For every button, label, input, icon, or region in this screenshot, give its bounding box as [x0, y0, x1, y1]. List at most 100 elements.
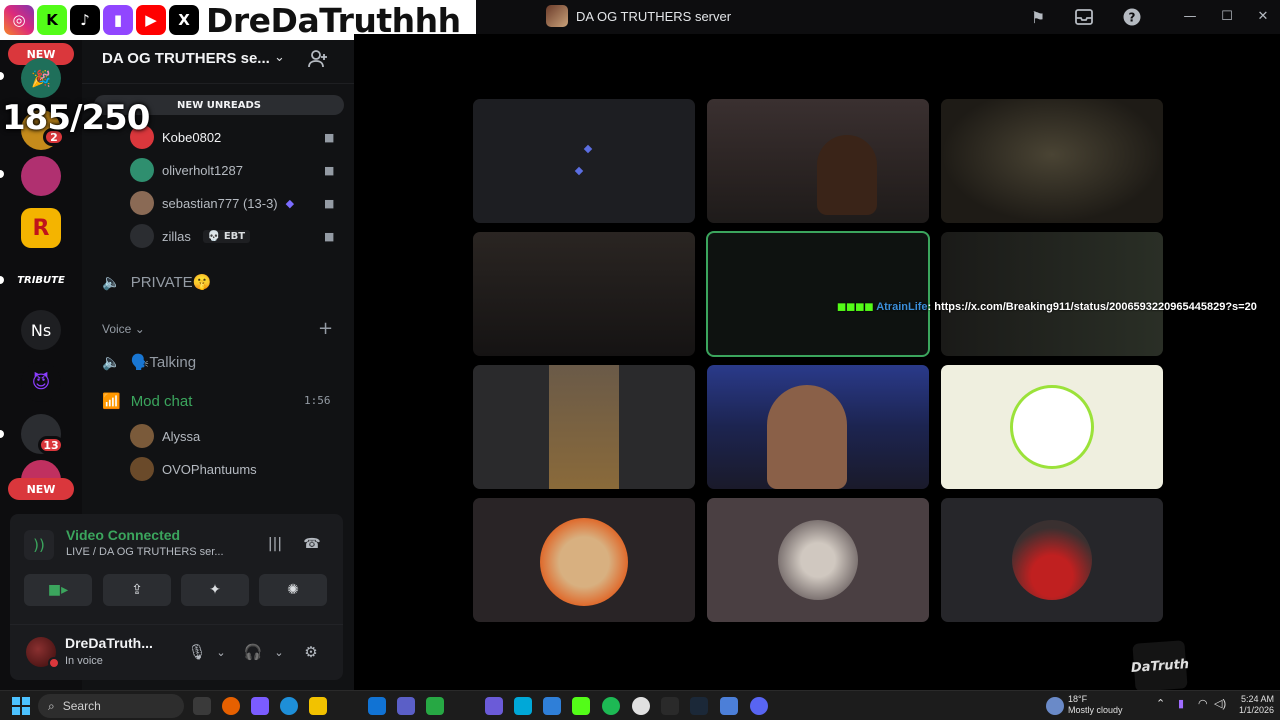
- voice-user[interactable]: oliverholt1287 ■: [130, 156, 340, 184]
- windows-start-icon[interactable]: [12, 697, 30, 715]
- video-tile[interactable]: [941, 99, 1163, 223]
- avatar: [130, 158, 154, 182]
- video-tile[interactable]: [473, 99, 695, 223]
- video-tile[interactable]: [941, 232, 1163, 356]
- voice-user[interactable]: sebastian777 (13-3) ◆ ■: [130, 189, 340, 217]
- voice-user[interactable]: Alyssa: [130, 422, 340, 450]
- task-view-icon[interactable]: [193, 697, 211, 715]
- settings-gear-icon[interactable]: ⚙: [300, 641, 322, 663]
- discord-icon[interactable]: [750, 697, 768, 715]
- new-unreads-pill-bottom[interactable]: NEW: [8, 478, 74, 500]
- microphone-icon[interactable]: 🎙: [186, 641, 208, 663]
- video-tile[interactable]: [707, 99, 929, 223]
- kick-app-icon[interactable]: [572, 697, 590, 715]
- app-icon-blue[interactable]: [514, 697, 532, 715]
- app-icon-monitor[interactable]: [720, 697, 738, 715]
- video-tile[interactable]: [473, 365, 695, 489]
- maximize-button[interactable]: ☐: [1212, 4, 1242, 28]
- instagram-icon: ◎: [4, 5, 34, 35]
- video-tile-avatar[interactable]: [707, 498, 929, 622]
- epic-games-icon[interactable]: [661, 697, 679, 715]
- chevron-down-icon[interactable]: ⌄: [210, 641, 232, 663]
- obs-icon[interactable]: [632, 697, 650, 715]
- video-tile-avatar[interactable]: [941, 365, 1163, 489]
- voice-location[interactable]: LIVE / DA OG TRUTHERS ser...: [66, 546, 224, 558]
- app-icon-purple[interactable]: [485, 697, 503, 715]
- share-screen-button[interactable]: ⇪: [103, 574, 171, 606]
- voice-user[interactable]: zillas 💀 EBT ■: [130, 222, 340, 250]
- outlook-icon[interactable]: [368, 697, 386, 715]
- video-tile-avatar[interactable]: [941, 498, 1163, 622]
- add-channel-icon[interactable]: +: [318, 318, 333, 339]
- headphones-icon[interactable]: 🎧: [242, 641, 264, 663]
- taskbar-search[interactable]: ⌕ Search: [38, 694, 184, 718]
- avatar: [130, 424, 154, 448]
- avatar-circle: [778, 520, 858, 600]
- search-label: Search: [62, 699, 101, 713]
- inbox-icon[interactable]: [1073, 6, 1095, 28]
- channel-private[interactable]: 🔈 PRIVATE🤫: [102, 268, 211, 296]
- spotify-icon[interactable]: [602, 697, 620, 715]
- tiktok-icon: ♪: [70, 5, 100, 35]
- weather-icon[interactable]: [1046, 697, 1064, 715]
- weather-widget[interactable]: 18°F Mostly cloudy: [1068, 694, 1123, 716]
- server-icon-tribute[interactable]: TRIBUTE: [17, 260, 65, 300]
- speaker-icon: 🔈: [102, 274, 121, 291]
- video-tile[interactable]: [473, 232, 695, 356]
- steam-icon[interactable]: [690, 697, 708, 715]
- voice-user[interactable]: OVOPhantuums: [130, 455, 340, 483]
- chevron-down-icon[interactable]: ⌄: [268, 641, 290, 663]
- user-tag: 💀 EBT: [202, 229, 251, 243]
- minimize-button[interactable]: —: [1175, 4, 1205, 28]
- channel-talking[interactable]: 🔈 🗣️Talking: [102, 348, 196, 376]
- help-icon[interactable]: ?: [1121, 6, 1143, 28]
- photos-icon[interactable]: [543, 697, 561, 715]
- server-icon-purple-face[interactable]: 😈: [21, 362, 61, 402]
- discord-window: DA OG TRUTHERS server ⚑ ? — ☐ ✕ NEW 🎉 2 …: [0, 0, 1280, 720]
- server-icon-rockstar[interactable]: R: [21, 208, 61, 248]
- server-header[interactable]: DA OG TRUTHERS se... ⌄: [82, 40, 354, 84]
- voice-user-name: sebastian777 (13-3): [162, 195, 278, 211]
- camera-icon: ■: [324, 164, 335, 177]
- add-user-icon[interactable]: [308, 50, 330, 72]
- edge-icon[interactable]: [280, 697, 298, 715]
- firefox-icon[interactable]: [222, 697, 240, 715]
- video-camera-icon: ■▸: [47, 582, 69, 598]
- category-voice[interactable]: Voice ⌄: [102, 322, 145, 336]
- voice-user-name: Kobe0802: [162, 129, 222, 145]
- server-icon-ns[interactable]: Ns: [21, 310, 61, 350]
- close-button[interactable]: ✕: [1248, 4, 1278, 28]
- file-explorer-icon[interactable]: [309, 697, 327, 715]
- server-name: DA OG TRUTHERS se...: [102, 50, 270, 67]
- video-tile[interactable]: [707, 365, 929, 489]
- clock[interactable]: 5:24 AM 1/1/2026: [1234, 694, 1274, 716]
- server-icon-cartoon[interactable]: [21, 156, 61, 196]
- unread-indicator: [0, 170, 4, 178]
- soundboard-button[interactable]: ✺: [259, 574, 327, 606]
- flag-icon[interactable]: ⚑: [1027, 6, 1049, 28]
- voice-user[interactable]: Kobe0802 ■: [130, 123, 340, 151]
- teams-icon[interactable]: [397, 697, 415, 715]
- video-tile-speaking[interactable]: [706, 231, 930, 357]
- twitch-icon: ▮: [103, 5, 133, 35]
- unread-indicator: [0, 430, 4, 438]
- activities-button[interactable]: ✦: [181, 574, 249, 606]
- user-tag-label: EBT: [223, 230, 246, 242]
- server-icon-party[interactable]: 🎉: [21, 58, 61, 98]
- video-tile-avatar[interactable]: [473, 498, 695, 622]
- copilot-icon[interactable]: [251, 697, 269, 715]
- voice-connection-panel: )) Video Connected LIVE / DA OG TRUTHERS…: [10, 514, 343, 680]
- volume-icon[interactable]: ◁): [1214, 699, 1226, 710]
- camera-button[interactable]: ■▸: [24, 574, 92, 606]
- server-thumbnail: [546, 5, 568, 27]
- noise-suppression-icon[interactable]: |||: [263, 532, 287, 556]
- channel-mod-chat[interactable]: 📶 Mod chat: [102, 387, 192, 415]
- voice-status[interactable]: Video Connected: [66, 527, 180, 543]
- channel-watermark-logo: DaTruth: [1130, 640, 1190, 692]
- tray-app-icon[interactable]: ▮: [1178, 699, 1184, 710]
- tray-chevron-icon[interactable]: ⌃: [1156, 699, 1165, 710]
- app-icon-green[interactable]: [426, 697, 444, 715]
- wifi-icon[interactable]: ◠: [1198, 699, 1208, 710]
- current-user-name[interactable]: DreDaTruth...: [65, 635, 153, 651]
- disconnect-icon[interactable]: ☎: [300, 532, 324, 556]
